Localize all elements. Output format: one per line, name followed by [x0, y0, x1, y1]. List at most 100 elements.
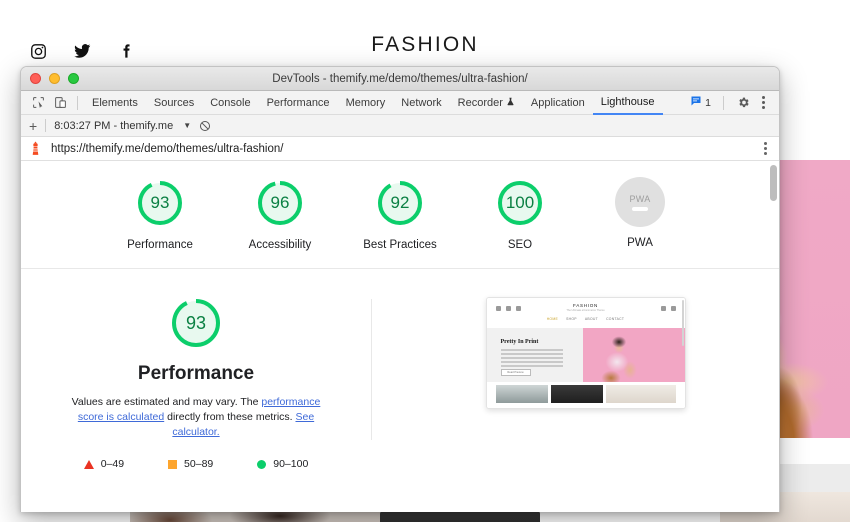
gauge-seo: 100 [494, 177, 546, 229]
screenshot-root: FASHION DevTools - themify.me/demo/theme… [0, 0, 850, 522]
tab-sources-label: Sources [153, 96, 195, 109]
thumbnail-product-row [486, 382, 685, 408]
tab-lighthouse-label: Lighthouse [600, 95, 655, 108]
legend-label-pass: 90–100 [273, 458, 309, 470]
thumbnail-hero-body [500, 349, 563, 369]
report-scrollbar[interactable] [770, 165, 777, 201]
legend-item-fail: 0–49 [83, 458, 125, 470]
thumbnail-hero-model [596, 334, 645, 382]
tab-network-label: Network [401, 96, 442, 109]
gauge-pwa: PWA [615, 177, 665, 227]
toolbar-divider-right [723, 95, 724, 110]
gauge-accessibility: 96 [254, 177, 306, 229]
thumbnail-nav-home: HOME [546, 317, 559, 321]
tab-network[interactable]: Network [393, 91, 449, 115]
gauge-performance-large-value: 93 [185, 312, 207, 333]
tab-elements[interactable]: Elements [84, 91, 146, 115]
tab-elements-label: Elements [92, 96, 138, 109]
thumbnail-hero-title: Pretty In Print [500, 339, 539, 345]
background-site-brand: FASHION [371, 33, 479, 56]
gauge-performance: 93 [134, 177, 186, 229]
report-selector-label[interactable]: 8:03:27 PM - themify.me [54, 120, 173, 132]
device-toolbar-icon[interactable] [49, 93, 71, 113]
thumbnail-scrollbar [681, 300, 684, 346]
more-options-kebab-icon[interactable] [756, 96, 771, 109]
report-url[interactable]: https://themify.me/demo/themes/ultra-fas… [51, 143, 283, 155]
gauge-pwa-value: PWA [629, 193, 651, 204]
thumbnail-product-2 [550, 385, 603, 403]
triangle-icon [83, 459, 94, 469]
tab-performance-label: Performance [266, 96, 330, 109]
score-gauges-row: 93 Performance 96 Accessibility 92 Best … [21, 161, 779, 252]
window-title: DevTools - themify.me/demo/themes/ultra-… [272, 72, 528, 85]
circle-icon [257, 459, 267, 469]
performance-desc-part2: directly from these metrics. [164, 411, 296, 423]
score-item-seo[interactable]: 100 SEO [481, 177, 559, 252]
score-legend: 0–49 50–89 90–100 [83, 458, 309, 470]
experiment-flask-icon [506, 96, 515, 110]
tab-application[interactable]: Application [523, 91, 593, 115]
performance-title: Performance [137, 363, 255, 384]
gauge-performance-value: 93 [150, 193, 170, 212]
gauge-seo-value: 100 [505, 193, 535, 212]
legend-label-fail: 0–49 [100, 458, 125, 470]
square-icon [168, 459, 178, 469]
tab-console-label: Console [210, 96, 251, 109]
messages-badge[interactable]: 1 [686, 93, 715, 113]
score-item-pwa[interactable]: PWA PWA [601, 177, 679, 252]
window-titlebar[interactable]: DevTools - themify.me/demo/themes/ultra-… [21, 67, 779, 91]
lighthouse-report: 93 Performance 96 Accessibility 92 Best … [21, 161, 779, 512]
thumbnail-hero: Pretty In Print Read Preview [486, 328, 685, 382]
page-screenshot-thumbnail[interactable]: FASHION The Ultimate eCommerce Theme HOM… [485, 297, 686, 409]
action-divider [45, 119, 47, 132]
thumbnail-nav-about: ABOUT [584, 317, 599, 321]
performance-section: 93 Performance Values are estimated and … [21, 269, 779, 470]
clear-circle-slash-icon[interactable] [199, 120, 211, 132]
tab-sources[interactable]: Sources [146, 91, 202, 115]
settings-gear-icon[interactable] [732, 93, 754, 113]
new-report-button[interactable]: + [29, 119, 37, 133]
performance-description: Values are estimated and may vary. The p… [62, 395, 330, 440]
thumbnail-site-header: FASHION The Ultimate eCommerce Theme HOM… [486, 298, 685, 328]
thumbnail-product-3 [605, 385, 676, 403]
thumbnail-nav-shop: SHOP [566, 317, 577, 321]
lighthouse-action-bar: + 8:03:27 PM - themify.me ▼ [21, 115, 779, 137]
inspect-element-icon[interactable] [27, 93, 49, 113]
tab-console[interactable]: Console [202, 91, 258, 115]
thumbnail-tagline: The Ultimate eCommerce Theme [566, 309, 605, 312]
score-item-performance[interactable]: 93 Performance [121, 177, 199, 252]
score-item-best-practices[interactable]: 92 Best Practices [361, 177, 439, 252]
tab-application-label: Application [530, 96, 585, 109]
devtools-window: DevTools - themify.me/demo/themes/ultra-… [20, 66, 780, 512]
page-screenshot-panel: FASHION The Ultimate eCommerce Theme HOM… [392, 295, 779, 470]
performance-summary: 93 Performance Values are estimated and … [21, 295, 371, 470]
gauge-performance-large: 93 [168, 295, 224, 351]
thumbnail-hero-image [582, 328, 685, 382]
messages-icon [690, 94, 702, 112]
tab-recorder-label: Recorder [457, 96, 503, 109]
score-label-performance: Performance [127, 239, 193, 251]
thumbnail-hero-button: Read Preview [500, 369, 531, 376]
thumbnail-nav-contact: CONTACT [606, 317, 625, 321]
thumbnail-product-1 [495, 385, 548, 403]
legend-item-average: 50–89 [168, 458, 213, 470]
legend-label-average: 50–89 [184, 458, 214, 470]
tab-memory-label: Memory [345, 96, 386, 109]
chevron-down-icon[interactable]: ▼ [183, 121, 191, 130]
lighthouse-icon [29, 141, 42, 156]
thumbnail-hero-text: Pretty In Print Read Preview [486, 328, 583, 382]
report-url-bar: https://themify.me/demo/themes/ultra-fas… [21, 137, 779, 161]
tab-recorder[interactable]: Recorder [450, 91, 523, 115]
report-menu-kebab-icon[interactable] [760, 142, 771, 155]
tab-lighthouse[interactable]: Lighthouse [592, 91, 663, 115]
thumbnail-header-icons [660, 306, 676, 311]
thumbnail-brand: FASHION [572, 303, 599, 308]
gauge-best-practices-value: 92 [390, 193, 410, 212]
score-label-pwa: PWA [627, 237, 653, 249]
tab-memory[interactable]: Memory [338, 91, 394, 115]
pwa-dash-icon [632, 206, 648, 211]
toolbar-divider [77, 95, 78, 110]
score-item-accessibility[interactable]: 96 Accessibility [241, 177, 319, 252]
tab-performance[interactable]: Performance [259, 91, 338, 115]
thumbnail-nav: HOME SHOP ABOUT CONTACT [487, 317, 685, 321]
